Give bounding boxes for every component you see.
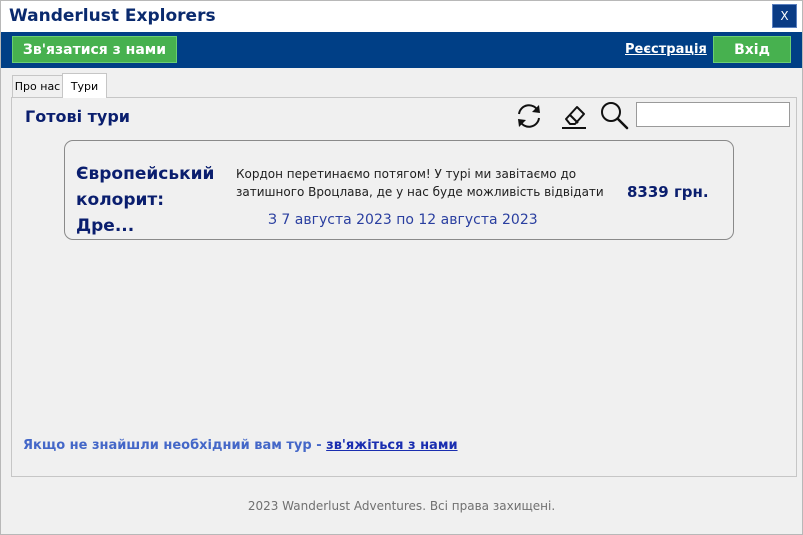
- app-title: Wanderlust Explorers: [9, 6, 216, 26]
- header-bar: Зв'язатися з нами Реєстрація Вхід: [1, 32, 802, 68]
- tour-price: 8339 грн.: [627, 183, 709, 201]
- login-button[interactable]: Вхід: [713, 36, 791, 63]
- tour-title: Європейський колорит: Дре...: [76, 164, 215, 236]
- tab-about[interactable]: Про нас: [12, 75, 63, 97]
- search-icon[interactable]: [597, 98, 631, 132]
- tab-tours[interactable]: Тури: [62, 73, 107, 98]
- tour-card[interactable]: Європейський колорит: Дре... Кордон пере…: [64, 140, 734, 240]
- tour-description: Кордон перетинаємо потягом! У турі ми за…: [236, 167, 604, 199]
- eraser-icon[interactable]: [557, 98, 591, 132]
- tour-dates: З 7 августа 2023 по 12 августа 2023: [268, 212, 538, 228]
- refresh-icon[interactable]: [512, 99, 546, 133]
- footer-copyright: 2023 Wanderlust Adventures. Всі права за…: [247, 499, 556, 513]
- contact-us-button[interactable]: Зв'язатися з нами: [12, 36, 177, 63]
- not-found-note: Якщо не знайшли необхідний вам тур - зв'…: [23, 438, 458, 453]
- close-button[interactable]: X: [772, 4, 797, 28]
- tours-panel: Готові тури Європейський колорит: Дре...…: [11, 97, 797, 477]
- page-title: Готові тури: [25, 107, 130, 126]
- not-found-note-text: Якщо не знайшли необхідний вам тур -: [23, 438, 327, 453]
- contact-us-link[interactable]: зв'яжіться з нами: [326, 438, 457, 453]
- app-window: Wanderlust Explorers X Зв'язатися з нами…: [0, 0, 803, 535]
- title-bar: Wanderlust Explorers X: [1, 1, 802, 32]
- register-link[interactable]: Реєстрація: [625, 42, 707, 57]
- search-input[interactable]: [636, 102, 790, 127]
